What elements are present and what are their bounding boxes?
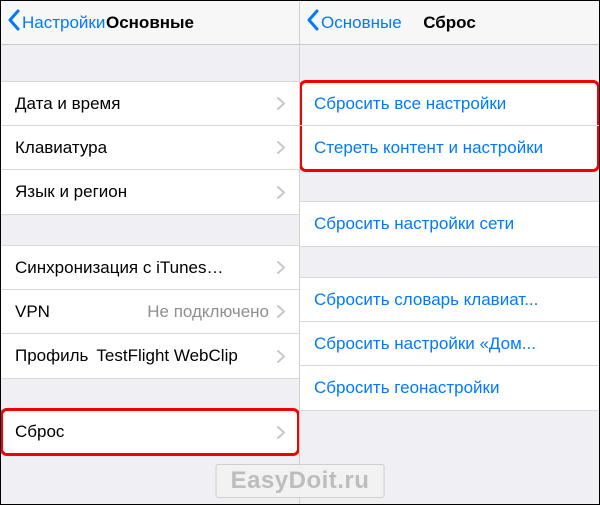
row-reset-home[interactable]: Сбросить настройки «Дом... (300, 322, 599, 366)
row-label: VPN (15, 302, 50, 322)
reset-pane: Основные Сброс Сбросить все настройки Ст… (300, 1, 599, 504)
back-button-general[interactable]: Основные (306, 9, 402, 36)
back-label: Основные (321, 13, 402, 33)
chevron-right-icon (277, 97, 285, 110)
back-chevron-icon (306, 9, 319, 36)
row-profile[interactable]: Профиль TestFlight WebClip (1, 334, 299, 378)
row-label: Язык и регион (15, 182, 127, 202)
chevron-right-icon (277, 261, 285, 274)
navbar-left: Настройки Основные (1, 1, 299, 45)
navbar-right: Основные Сброс (300, 1, 599, 45)
row-label: Профиль (15, 346, 88, 366)
chevron-right-icon (277, 186, 285, 199)
reset-group-2: Сбросить настройки сети (300, 201, 599, 247)
chevron-right-icon (277, 426, 285, 439)
row-value: TestFlight WebClip (88, 346, 277, 366)
row-reset[interactable]: Сброс (1, 410, 299, 454)
row-vpn[interactable]: VPN Не подключено (1, 290, 299, 334)
navbar-title-right: Сброс (423, 13, 476, 33)
content-right: Сбросить все настройки Стереть контент и… (300, 45, 599, 504)
row-date-time[interactable]: Дата и время (1, 82, 299, 126)
row-label: Сбросить настройки «Дом... (314, 334, 585, 354)
row-label: Сбросить геонастройки (314, 378, 585, 398)
chevron-right-icon (277, 350, 285, 363)
row-reset-keyboard-dict[interactable]: Сбросить словарь клавиат... (300, 278, 599, 322)
row-reset-network[interactable]: Сбросить настройки сети (300, 202, 599, 246)
general-group-reset: Сброс (1, 409, 299, 455)
row-label: Стереть контент и настройки (314, 138, 585, 158)
row-label: Клавиатура (15, 138, 107, 158)
row-keyboard[interactable]: Клавиатура (1, 126, 299, 170)
row-label: Сбросить словарь клавиат... (314, 290, 585, 310)
chevron-right-icon (277, 141, 285, 154)
row-label: Сбросить настройки сети (314, 214, 585, 234)
row-label: Дата и время (15, 94, 120, 114)
row-reset-all-settings[interactable]: Сбросить все настройки (300, 82, 599, 126)
content-left: Дата и время Клавиатура Язык и регион (1, 45, 299, 504)
back-label: Настройки (22, 13, 105, 33)
row-itunes-sync[interactable]: Синхронизация с iTunes… (1, 246, 299, 290)
chevron-right-icon (277, 305, 285, 318)
general-group-1: Дата и время Клавиатура Язык и регион (1, 81, 299, 215)
row-label: Сброс (15, 422, 64, 442)
row-reset-location[interactable]: Сбросить геонастройки (300, 366, 599, 410)
navbar-title-left: Основные (106, 13, 194, 33)
reset-group-1: Сбросить все настройки Стереть контент и… (300, 81, 599, 171)
row-erase-content[interactable]: Стереть контент и настройки (300, 126, 599, 170)
back-button-settings[interactable]: Настройки (7, 9, 105, 36)
general-group-2: Синхронизация с iTunes… VPN Не подключен… (1, 245, 299, 379)
row-language-region[interactable]: Язык и регион (1, 170, 299, 214)
row-label: Синхронизация с iTunes… (15, 258, 223, 278)
back-chevron-icon (7, 9, 20, 36)
reset-group-3: Сбросить словарь клавиат... Сбросить нас… (300, 277, 599, 411)
row-value: Не подключено (50, 302, 277, 322)
settings-general-pane: Настройки Основные Дата и время Клавиату… (1, 1, 300, 504)
row-label: Сбросить все настройки (314, 94, 585, 114)
